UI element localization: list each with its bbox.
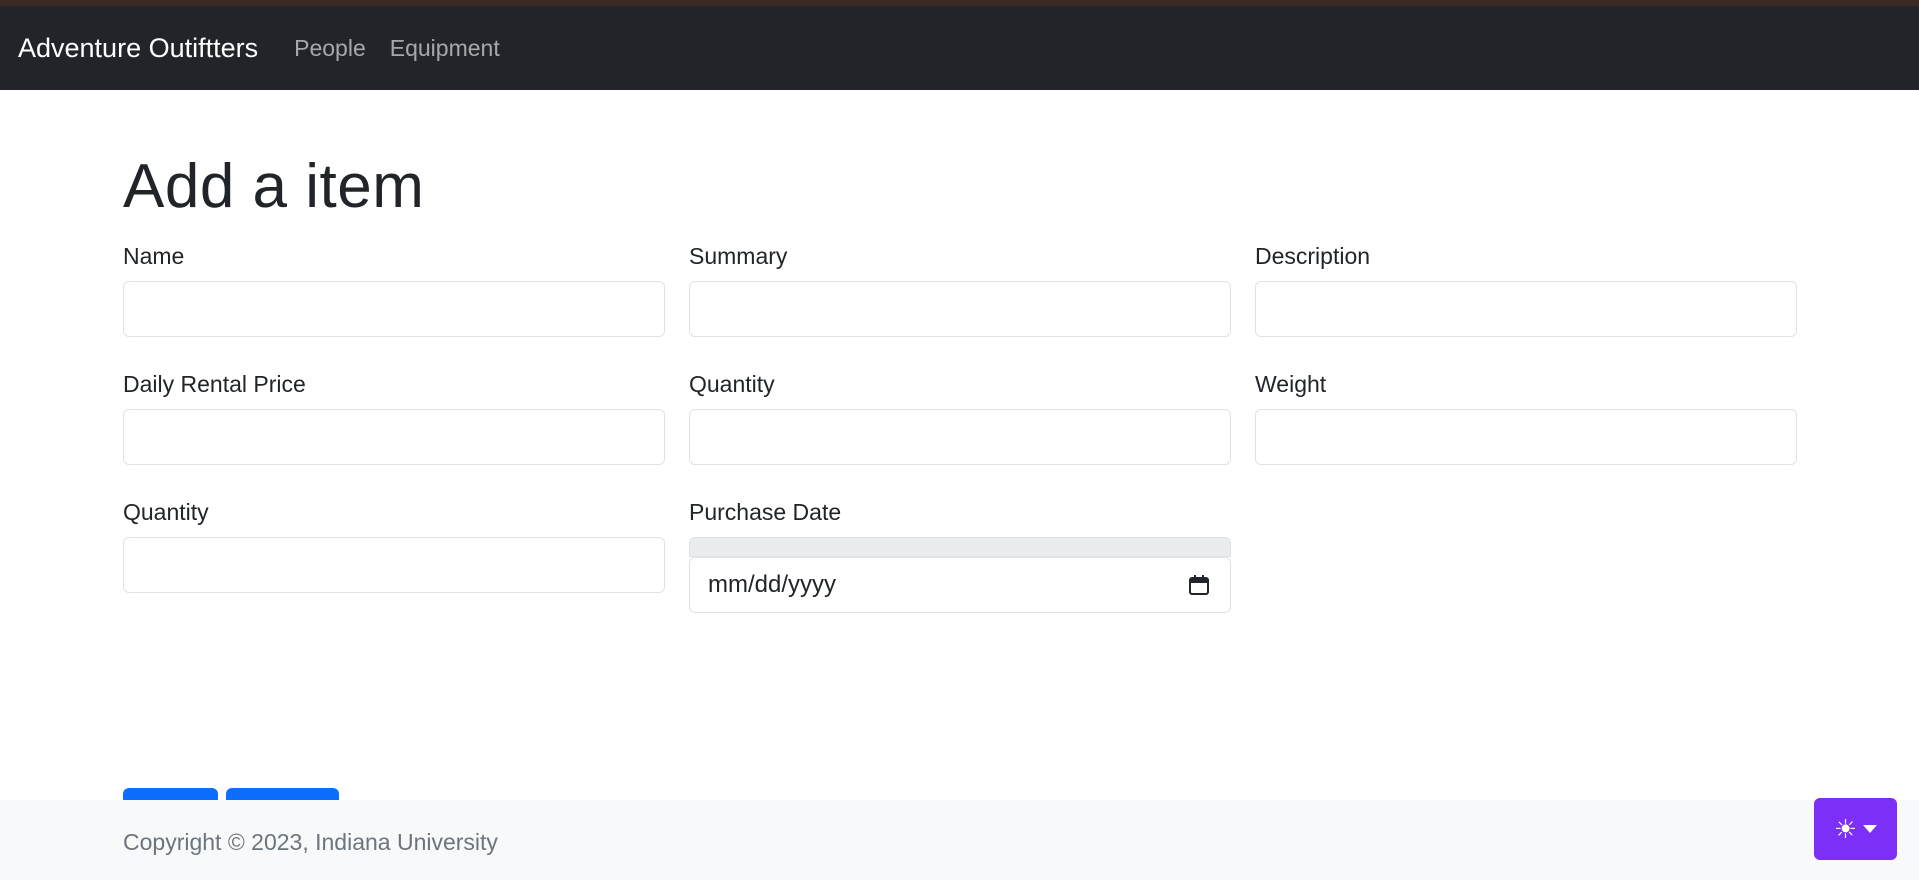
quantity-2-field-group: Quantity <box>123 497 665 593</box>
nav-link-people[interactable]: People <box>294 35 366 62</box>
quantity-label: Quantity <box>689 371 775 397</box>
brand-link[interactable]: Adventure Outiftters <box>18 33 258 64</box>
purchase-date-label: Purchase Date <box>689 499 842 525</box>
quantity-2-input[interactable] <box>123 537 665 593</box>
quantity-2-label: Quantity <box>123 499 209 525</box>
weight-input[interactable] <box>1255 409 1797 465</box>
name-input[interactable] <box>123 281 665 337</box>
purchase-date-placeholder: mm/dd/yyyy <box>708 571 837 598</box>
chevron-down-icon <box>1863 825 1878 833</box>
calendar-icon[interactable] <box>1188 574 1210 596</box>
summary-input[interactable] <box>689 281 1231 337</box>
name-field-group: Name <box>123 241 665 337</box>
theme-toggle-button[interactable]: ☀ <box>1814 798 1897 860</box>
summary-label: Summary <box>689 243 788 269</box>
copyright-text: Copyright © 2023, Indiana University <box>123 829 498 855</box>
footer: Copyright © 2023, Indiana University <box>0 800 1919 880</box>
purchase-date-input[interactable]: mm/dd/yyyy <box>689 557 1231 613</box>
navbar: Adventure Outiftters People Equipment <box>0 6 1919 90</box>
quantity-field-group: Quantity <box>689 369 1231 465</box>
description-input[interactable] <box>1255 281 1797 337</box>
daily-rental-price-field-group: Daily Rental Price <box>123 369 665 465</box>
description-field-group: Description <box>1255 241 1797 337</box>
main-content: Add a item Name Summary Description Dail… <box>123 150 1797 844</box>
summary-field-group: Summary <box>689 241 1231 337</box>
purchase-date-strip <box>689 537 1231 557</box>
daily-rental-price-label: Daily Rental Price <box>123 371 306 397</box>
purchase-date-field-group: Purchase Date mm/dd/yyyy <box>689 497 1231 613</box>
weight-label: Weight <box>1255 371 1327 397</box>
quantity-input[interactable] <box>689 409 1231 465</box>
sun-icon: ☀ <box>1833 814 1858 844</box>
nav-link-equipment[interactable]: Equipment <box>390 35 500 62</box>
page-title: Add a item <box>123 152 425 221</box>
description-label: Description <box>1255 243 1371 269</box>
weight-field-group: Weight <box>1255 369 1797 465</box>
name-label: Name <box>123 243 185 269</box>
daily-rental-price-input[interactable] <box>123 409 665 465</box>
